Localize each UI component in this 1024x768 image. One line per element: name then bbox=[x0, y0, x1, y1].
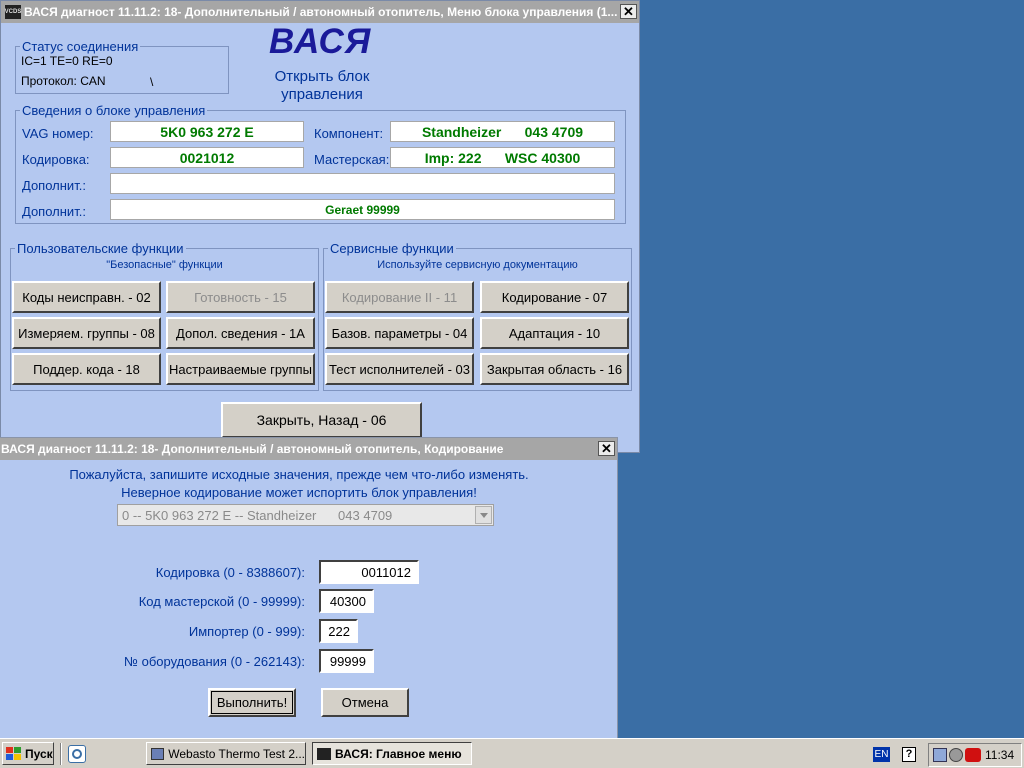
coding-button[interactable]: Кодирование - 07 bbox=[480, 281, 629, 313]
coding-input[interactable]: 0011012 bbox=[319, 560, 419, 584]
antivirus-icon[interactable] bbox=[965, 748, 981, 762]
vag-number-field: 5K0 963 272 E bbox=[110, 121, 304, 142]
start-button[interactable]: Пуск bbox=[2, 742, 54, 765]
taskbar-item-webasto[interactable]: Webasto Thermo Test 2... bbox=[146, 742, 306, 765]
quicklaunch-divider bbox=[60, 743, 62, 765]
readiness-button[interactable]: Готовность - 15 bbox=[166, 281, 315, 313]
main-window-close-button[interactable]: ✕ bbox=[620, 4, 637, 19]
equipment-number-input-label: № оборудования (0 - 262143): bbox=[124, 654, 305, 669]
help-icon[interactable]: ? bbox=[902, 747, 916, 762]
main-window: VCDS ВАСЯ диагност 11.11.2: 18- Дополнит… bbox=[0, 0, 640, 453]
vasya-app-icon bbox=[317, 747, 331, 760]
control-unit-dropdown[interactable]: 0 -- 5K0 963 272 E -- Standheizer 043 47… bbox=[117, 504, 494, 526]
security-access-button[interactable]: Закрытая область - 16 bbox=[480, 353, 629, 385]
extra-info-label-1: Дополнит.: bbox=[22, 178, 86, 193]
readiness-code-button[interactable]: Поддер. кода - 18 bbox=[12, 353, 161, 385]
cancel-button[interactable]: Отмена bbox=[321, 688, 409, 717]
app-icon: VCDS bbox=[5, 5, 21, 19]
disk-icon[interactable] bbox=[949, 748, 963, 762]
protocol-label: Протокол: CAN bbox=[21, 74, 106, 88]
workshop-field: Imp: 222 WSC 40300 bbox=[390, 147, 615, 168]
coding-dialog-titlebar[interactable]: ВАСЯ диагност 11.11.2: 18- Дополнительны… bbox=[0, 438, 617, 460]
connection-spinner: \ bbox=[150, 75, 154, 89]
output-tests-button[interactable]: Тест исполнителей - 03 bbox=[325, 353, 474, 385]
coding-input-label: Кодировка (0 - 8388607): bbox=[155, 565, 305, 580]
taskbar-item-webasto-label: Webasto Thermo Test 2... bbox=[168, 746, 305, 761]
user-functions-subtitle: "Безопасные" функции bbox=[106, 259, 223, 271]
main-window-titlebar[interactable]: VCDS ВАСЯ диагност 11.11.2: 18- Дополнит… bbox=[1, 1, 639, 23]
measuring-blocks-button[interactable]: Измеряем. группы - 08 bbox=[12, 317, 161, 349]
workshop-label: Мастерская: bbox=[314, 152, 390, 167]
coding-field: 0021012 bbox=[110, 147, 304, 168]
coding-row: Кодировка (0 - 8388607): 0011012 bbox=[0, 560, 619, 586]
taskbar: Пуск Webasto Thermo Test 2... ВАСЯ: Глав… bbox=[0, 738, 1024, 768]
extra-info-label-2: Дополнит.: bbox=[22, 204, 86, 219]
close-back-button[interactable]: Закрыть, Назад - 06 bbox=[221, 402, 422, 438]
system-tray: 11:34 bbox=[928, 743, 1022, 767]
user-functions-legend: Пользовательские функции bbox=[17, 241, 184, 256]
desktop-icon[interactable] bbox=[68, 745, 86, 763]
adaptation-button[interactable]: Адаптация - 10 bbox=[480, 317, 629, 349]
coding-ii-button[interactable]: Кодирование II - 11 bbox=[325, 281, 474, 313]
importer-input[interactable]: 222 bbox=[319, 619, 358, 643]
chevron-down-icon[interactable] bbox=[475, 506, 492, 524]
warning-line-1: Пожалуйста, запишите исходные значения, … bbox=[69, 467, 529, 482]
equipment-number-input[interactable]: 99999 bbox=[319, 649, 374, 673]
fault-codes-button[interactable]: Коды неисправн. - 02 bbox=[12, 281, 161, 313]
open-block-line-1: Открыть блок bbox=[274, 68, 370, 85]
advanced-id-button[interactable]: Допол. сведения - 1A bbox=[166, 317, 315, 349]
coding-label: Кодировка: bbox=[22, 152, 90, 167]
coding-dialog: ВАСЯ диагност 11.11.2: 18- Дополнительны… bbox=[0, 437, 618, 739]
coding-dialog-title: ВАСЯ диагност 11.11.2: 18- Дополнительны… bbox=[1, 442, 504, 456]
webasto-app-icon bbox=[151, 747, 165, 760]
basic-settings-button[interactable]: Базов. параметры - 04 bbox=[325, 317, 474, 349]
warning-line-2: Неверное кодирование может испортить бло… bbox=[121, 485, 477, 500]
control-unit-dropdown-value: 0 -- 5K0 963 272 E -- Standheizer 043 47… bbox=[122, 508, 393, 523]
taskbar-item-vasya-label: ВАСЯ: Главное меню bbox=[335, 746, 462, 761]
extra-info-field-1 bbox=[110, 173, 615, 194]
windows-logo-icon bbox=[6, 746, 21, 760]
vag-number-label: VAG номер: bbox=[22, 126, 94, 141]
clock[interactable]: 11:34 bbox=[985, 748, 1014, 762]
importer-input-label: Импортер (0 - 999): bbox=[188, 624, 305, 639]
importer-row: Импортер (0 - 999): 222 bbox=[0, 619, 619, 645]
taskbar-item-vasya[interactable]: ВАСЯ: Главное меню bbox=[312, 742, 472, 765]
service-functions-legend: Сервисные функции bbox=[330, 241, 454, 256]
workshop-code-input[interactable]: 40300 bbox=[319, 589, 374, 613]
network-icon[interactable] bbox=[933, 748, 947, 762]
equipment-number-row: № оборудования (0 - 262143): 99999 bbox=[0, 649, 619, 675]
workshop-code-input-label: Код мастерской (0 - 99999): bbox=[138, 594, 305, 609]
start-label: Пуск bbox=[25, 746, 53, 761]
component-label: Компонент: bbox=[314, 126, 384, 141]
coding-dialog-close-button[interactable]: ✕ bbox=[598, 441, 615, 456]
language-indicator[interactable]: EN bbox=[873, 747, 890, 762]
control-unit-info-legend: Сведения о блоке управления bbox=[22, 103, 206, 118]
open-block-line-2: управления bbox=[281, 86, 363, 103]
workshop-code-row: Код мастерской (0 - 99999): 40300 bbox=[0, 589, 619, 615]
execute-button[interactable]: Выполнить! bbox=[208, 688, 296, 717]
extra-info-field-2: Geraet 99999 bbox=[110, 199, 615, 220]
connection-status-legend: Статус соединения bbox=[22, 39, 139, 54]
connection-status-line: IC=1 TE=0 RE=0 bbox=[21, 54, 113, 68]
main-window-title: ВАСЯ диагност 11.11.2: 18- Дополнительны… bbox=[24, 5, 618, 19]
component-field: Standheizer 043 4709 bbox=[390, 121, 615, 142]
app-logo: ВАСЯ bbox=[269, 22, 372, 61]
custom-groups-button[interactable]: Настраиваемые группы bbox=[166, 353, 315, 385]
service-functions-subtitle: Используйте сервисную документацию bbox=[377, 259, 578, 271]
